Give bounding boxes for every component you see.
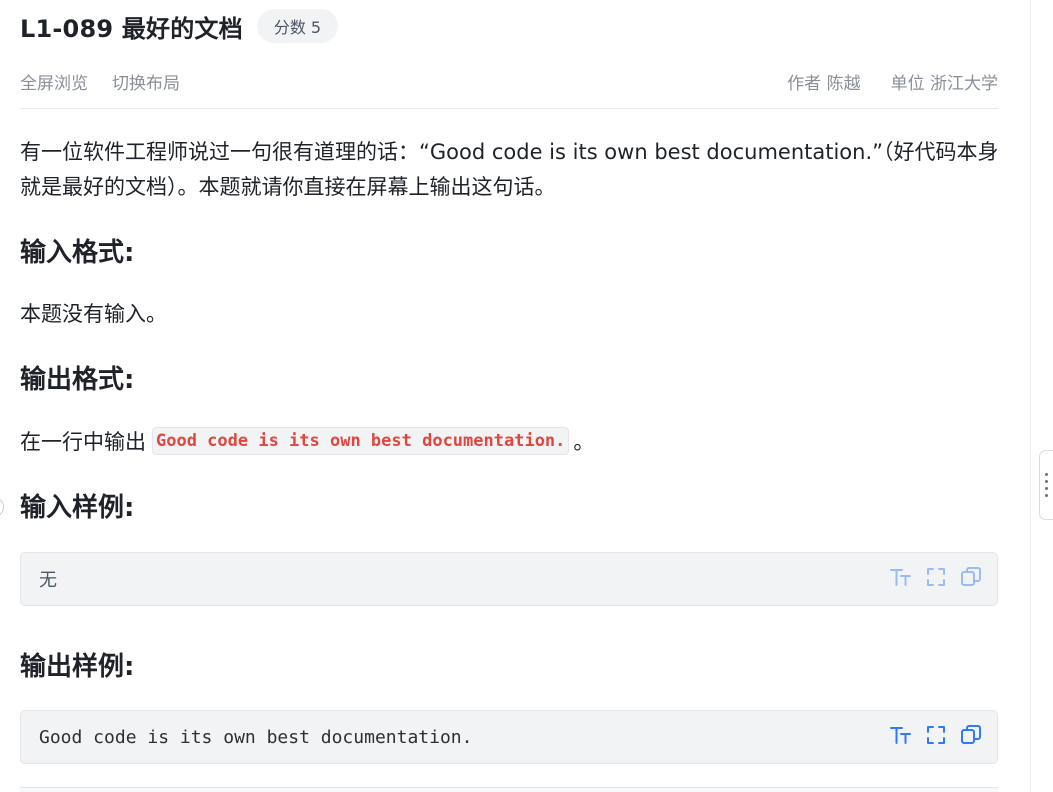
grip-dot: [1045, 487, 1048, 490]
sample-input-heading: 输入样例:: [20, 493, 135, 523]
problem-meta: 作者 陈越 单位 浙江大学: [787, 69, 998, 94]
grip-dot: [1045, 480, 1048, 483]
sample-input-content: 无: [39, 570, 57, 591]
organization-label: 单位 浙江大学: [890, 73, 998, 94]
font-size-icon[interactable]: [889, 723, 913, 747]
grip-dot: [1045, 494, 1048, 497]
output-format-prefix: 在一行中输出: [20, 430, 146, 454]
next-block-edge: [20, 787, 998, 792]
sample-input-box: 无: [20, 552, 998, 606]
score-badge: 分数 5: [256, 9, 339, 43]
problem-title: L1-089 最好的文档: [20, 14, 243, 43]
output-format-suffix: 。: [573, 430, 595, 454]
header-divider: [20, 108, 998, 109]
switch-layout-link[interactable]: 切换布局: [112, 69, 180, 94]
sample-output-heading: 输出样例:: [20, 652, 135, 682]
sample-output-box: Good code is its own best documentation.: [20, 710, 998, 764]
grip-dot: [1045, 473, 1048, 476]
left-panel-handle[interactable]: [0, 497, 4, 517]
output-format-heading: 输出格式:: [20, 365, 135, 395]
title-row: L1-089 最好的文档 分数 5: [20, 8, 920, 44]
input-format-heading: 输入格式:: [20, 238, 135, 268]
output-format-text: 在一行中输出 Good code is its own best documen…: [20, 426, 594, 456]
sample-input-tools: [878, 565, 983, 589]
copy-icon[interactable]: [959, 565, 983, 589]
fullscreen-icon[interactable]: [924, 565, 948, 589]
input-format-text: 本题没有输入。: [20, 302, 167, 326]
inline-code-output: Good code is its own best documentation.: [152, 427, 570, 455]
problem-page: L1-089 最好的文档 分数 5 全屏浏览 切换布局 作者 陈越 单位 浙江大…: [0, 0, 1053, 792]
fullscreen-icon[interactable]: [924, 723, 948, 747]
author-label: 作者 陈越: [787, 73, 861, 94]
font-size-icon[interactable]: [889, 565, 913, 589]
sample-output-tools: [878, 723, 983, 747]
sample-output-content: Good code is its own best documentation.: [39, 726, 473, 748]
fullscreen-link[interactable]: 全屏浏览: [20, 69, 88, 94]
meta-toolbar: 全屏浏览 切换布局 作者 陈越 单位 浙江大学: [20, 64, 998, 98]
problem-description: 有一位软件工程师说过一句很有道理的话：“Good code is its own…: [20, 140, 999, 199]
copy-icon[interactable]: [959, 723, 983, 747]
view-controls: 全屏浏览 切换布局: [20, 69, 180, 94]
panel-resize-handle[interactable]: [1039, 450, 1053, 520]
panel-divider: [1030, 0, 1031, 792]
